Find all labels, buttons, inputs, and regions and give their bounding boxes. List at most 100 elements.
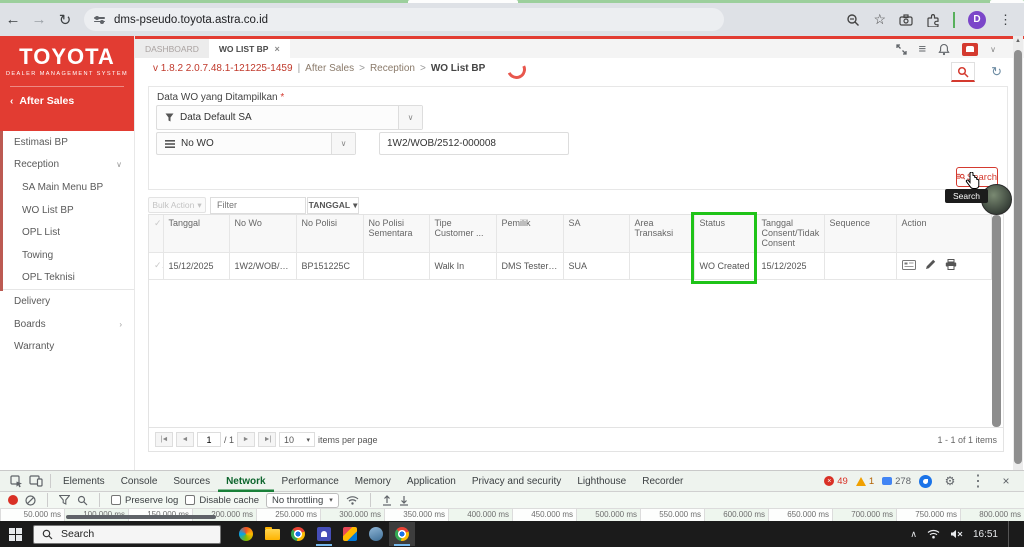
sidebar-item-opl-list[interactable]: OPL List xyxy=(0,221,134,244)
page-scrollbar[interactable]: ▲ xyxy=(1013,36,1023,470)
camera-icon[interactable] xyxy=(899,13,913,26)
last-page-icon[interactable] xyxy=(258,432,277,447)
print-icon[interactable] xyxy=(945,259,957,271)
disable-cache-checkbox[interactable]: Disable cache xyxy=(185,495,259,506)
devtools-tab-lighthouse[interactable]: Lighthouse xyxy=(569,471,634,492)
notifications-bell-icon[interactable] xyxy=(938,43,950,56)
first-page-icon[interactable] xyxy=(155,432,173,447)
devtools-tab-application[interactable]: Application xyxy=(399,471,464,492)
taskbar-app-icon[interactable] xyxy=(337,522,363,546)
extensions-icon[interactable] xyxy=(926,13,940,27)
taskbar-search[interactable]: Search xyxy=(33,524,221,544)
data-display-select[interactable]: Data Default SA xyxy=(156,105,423,130)
sidebar-item-warranty[interactable]: Warranty xyxy=(0,335,134,358)
volume-muted-icon[interactable] xyxy=(950,529,963,539)
edit-icon[interactable] xyxy=(925,259,936,270)
show-desktop-button[interactable] xyxy=(1008,521,1010,547)
url-text[interactable]: dms-pseudo.toyota.astra.co.id xyxy=(114,14,268,26)
taskbar-teams-icon[interactable] xyxy=(311,522,337,546)
devtools-tab-network[interactable]: Network xyxy=(218,471,273,492)
wo-number-input[interactable] xyxy=(379,132,569,155)
taskbar-explorer-icon[interactable] xyxy=(259,522,285,546)
refresh-icon[interactable] xyxy=(991,64,1002,80)
taskbar-copilot-icon[interactable] xyxy=(233,522,259,546)
address-bar[interactable]: dms-pseudo.toyota.astra.co.id xyxy=(84,8,724,31)
devtools-tab-console[interactable]: Console xyxy=(113,471,166,492)
col-area-transaksi[interactable]: Area Transaksi xyxy=(629,215,695,253)
devtools-tab-elements[interactable]: Elements xyxy=(55,471,113,492)
devtools-tab-sources[interactable]: Sources xyxy=(165,471,218,492)
taskbar-chrome-icon[interactable] xyxy=(285,522,311,546)
bulk-action-button[interactable]: Bulk Action xyxy=(148,197,206,213)
devtools-menu-icon[interactable] xyxy=(968,473,988,489)
grid-scrollbar[interactable] xyxy=(992,215,1001,427)
issues-badge[interactable]: 278 xyxy=(882,476,911,487)
devtools-tab-recorder[interactable]: Recorder xyxy=(634,471,691,492)
clear-icon[interactable] xyxy=(25,494,36,506)
page-search-icon[interactable] xyxy=(951,62,975,82)
col-no-polisi-sementara[interactable]: No Polisi Sementara xyxy=(363,215,430,253)
browser-menu-icon[interactable] xyxy=(999,12,1012,28)
breadcrumb-reception[interactable]: Reception xyxy=(370,63,415,74)
ai-assistant-icon[interactable] xyxy=(919,474,932,488)
tab-dashboard[interactable]: DASHBOARD xyxy=(135,39,209,58)
col-sequence[interactable]: Sequence xyxy=(824,215,897,253)
col-pemilik[interactable]: Pemilik xyxy=(496,215,564,253)
close-icon[interactable] xyxy=(274,44,279,54)
page-number-input[interactable] xyxy=(197,432,221,447)
site-info-icon[interactable] xyxy=(94,16,105,23)
record-icon[interactable] xyxy=(8,495,18,505)
select-all-checkbox[interactable] xyxy=(149,215,164,253)
col-no-polisi[interactable]: No Polisi xyxy=(296,215,364,253)
breadcrumb-after-sales[interactable]: After Sales xyxy=(305,63,354,74)
network-search-icon[interactable] xyxy=(77,495,88,506)
import-har-icon[interactable] xyxy=(382,494,392,506)
export-har-icon[interactable] xyxy=(399,495,409,506)
sidebar-item-boards[interactable]: Boards xyxy=(0,313,134,336)
taskbar-app-icon[interactable] xyxy=(363,522,389,546)
forward-icon[interactable] xyxy=(26,11,52,28)
preserve-log-checkbox[interactable]: Preserve log xyxy=(111,495,178,506)
prev-page-icon[interactable] xyxy=(176,432,194,447)
error-badge[interactable]: × 49 xyxy=(824,476,848,487)
page-size-select[interactable]: 10 xyxy=(279,432,316,447)
sidebar-item-sa-main-menu-bp[interactable]: SA Main Menu BP xyxy=(0,176,134,199)
start-button[interactable] xyxy=(0,521,30,547)
menu-icon[interactable] xyxy=(919,40,927,58)
taskbar-chrome-active-icon[interactable] xyxy=(389,522,415,546)
filter-input[interactable] xyxy=(210,196,306,214)
wifi-icon[interactable] xyxy=(927,529,940,539)
card-icon[interactable] xyxy=(901,259,916,270)
col-status[interactable]: Status xyxy=(694,215,757,253)
tray-expand-icon[interactable] xyxy=(910,529,917,540)
zoom-icon[interactable] xyxy=(846,13,860,27)
row-checkbox[interactable] xyxy=(149,252,164,280)
sidebar-item-delivery[interactable]: Delivery xyxy=(0,290,134,313)
sidebar-item-estimasi-bp[interactable]: Estimasi BP xyxy=(0,131,134,154)
back-icon[interactable] xyxy=(0,11,26,28)
profile-avatar[interactable]: D xyxy=(968,10,986,29)
search-field-select[interactable]: No WO xyxy=(156,132,356,155)
chevron-down-icon[interactable] xyxy=(990,45,996,54)
sidebar-item-towing[interactable]: Towing xyxy=(0,244,134,267)
sort-column-button[interactable]: TANGGAL xyxy=(307,196,359,214)
devtools-tab-performance[interactable]: Performance xyxy=(274,471,347,492)
col-tanggal[interactable]: Tanggal xyxy=(163,215,230,253)
sidebar-item-wo-list-bp[interactable]: WO List BP xyxy=(0,199,134,222)
throttling-select[interactable]: No throttling xyxy=(266,492,339,508)
col-no-wo[interactable]: No Wo xyxy=(229,215,297,253)
sidebar-section-after-sales[interactable]: After Sales xyxy=(0,87,134,107)
settings-gear-icon[interactable] xyxy=(940,473,960,489)
col-action[interactable]: Action xyxy=(896,215,992,253)
device-toolbar-icon[interactable] xyxy=(26,473,46,489)
devtools-hscroll-thumb[interactable] xyxy=(66,515,216,519)
network-conditions-icon[interactable] xyxy=(346,495,359,505)
taskbar-clock[interactable]: 16:51 xyxy=(973,529,998,540)
devtools-tab-privacy[interactable]: Privacy and security xyxy=(464,471,569,492)
filter-icon[interactable] xyxy=(59,495,70,505)
reload-icon[interactable] xyxy=(52,11,78,29)
table-row[interactable]: 15/12/2025 1W2/WOB/251... BP151225C Walk… xyxy=(149,252,992,280)
col-tanggal-consent[interactable]: Tanggal Consent/Tidak Consent xyxy=(756,215,825,253)
devtools-tab-memory[interactable]: Memory xyxy=(347,471,399,492)
bookmark-star-icon[interactable] xyxy=(873,11,886,29)
